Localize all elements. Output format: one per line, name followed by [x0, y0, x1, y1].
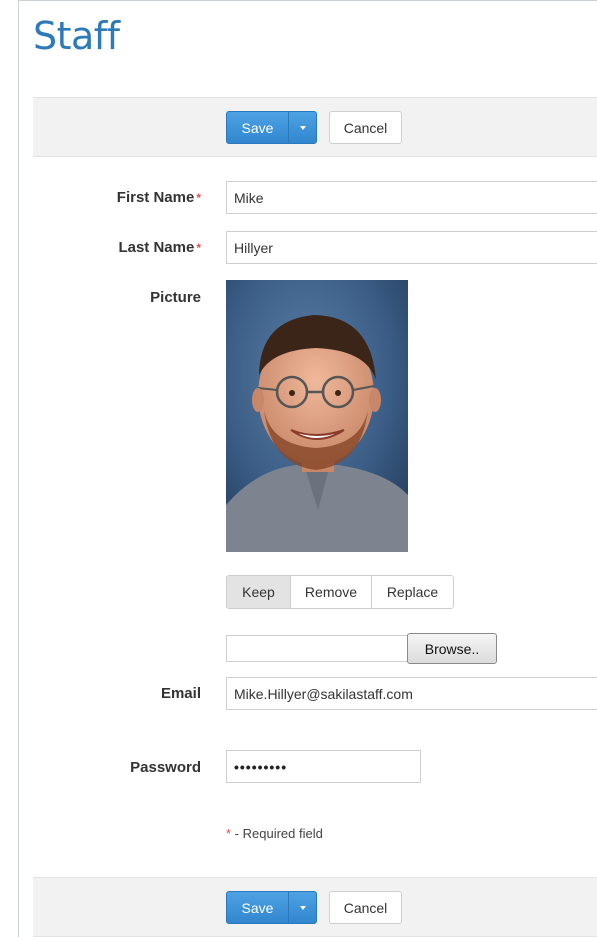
picture-label: Picture [150, 289, 201, 306]
frame-border-top [18, 0, 597, 1]
required-marker: * [196, 191, 201, 205]
last-name-label: Last Name * [118, 239, 201, 256]
cancel-button[interactable]: Cancel [329, 111, 402, 144]
email-field[interactable]: Mike.Hillyer@sakilastaff.com [226, 677, 597, 710]
save-button-group: Save [226, 111, 317, 144]
required-note-text: - Required field [231, 826, 323, 841]
required-field-note: * - Required field [226, 826, 323, 841]
toolbar-bottom: Save Cancel [33, 877, 597, 937]
image-action-group: Keep Remove Replace [226, 575, 454, 609]
first-name-label-text: First Name [116, 189, 195, 206]
toolbar-top: Save Cancel [33, 97, 597, 157]
chevron-down-icon [299, 125, 306, 130]
staff-photo [226, 280, 408, 552]
browse-button[interactable]: Browse.. [407, 633, 497, 664]
cancel-button[interactable]: Cancel [329, 891, 402, 924]
save-button-group: Save [226, 891, 317, 924]
save-options-dropdown[interactable] [288, 892, 316, 923]
file-path-input[interactable] [226, 635, 408, 662]
first-name-label: First Name * [117, 189, 201, 206]
last-name-field[interactable]: Hillyer [226, 231, 597, 264]
save-options-dropdown[interactable] [288, 112, 316, 143]
page-title: Staff [33, 14, 120, 58]
frame-border-left [18, 0, 19, 937]
email-label: Email [160, 685, 201, 702]
save-button[interactable]: Save [227, 892, 288, 923]
first-name-field[interactable]: Mike [226, 181, 597, 214]
replace-button[interactable]: Replace [372, 576, 453, 608]
keep-button[interactable]: Keep [227, 576, 291, 608]
required-marker: * [196, 241, 201, 255]
last-name-label-text: Last Name [118, 239, 195, 256]
remove-button[interactable]: Remove [291, 576, 372, 608]
save-button[interactable]: Save [227, 112, 288, 143]
password-field[interactable]: ••••••••• [226, 750, 421, 783]
chevron-down-icon [299, 905, 306, 910]
password-label: Password [130, 759, 201, 776]
